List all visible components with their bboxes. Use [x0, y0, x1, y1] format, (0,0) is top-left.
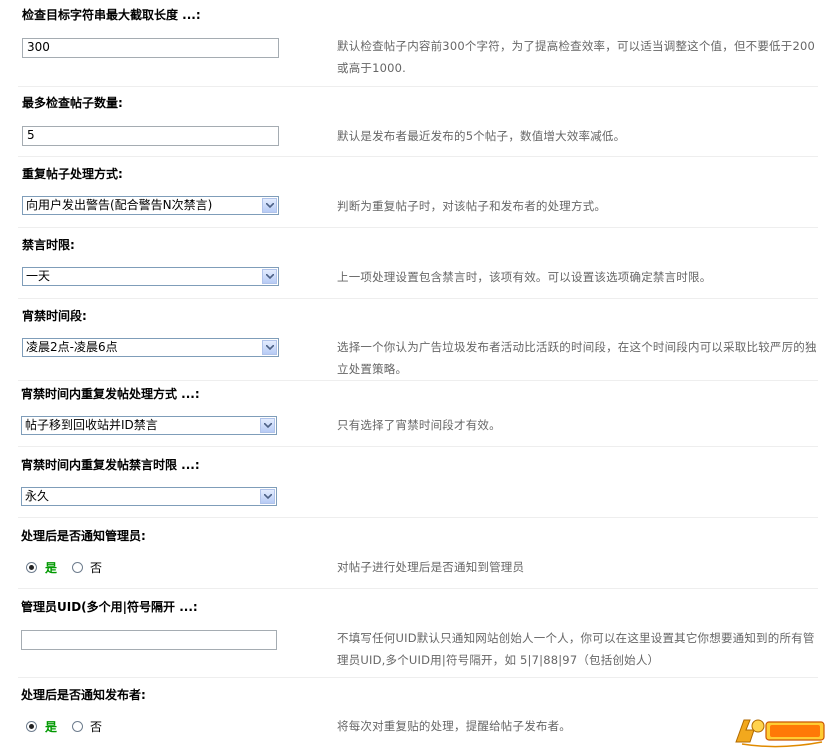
chevron-down-icon[interactable] — [260, 489, 275, 504]
chevron-down-icon[interactable] — [262, 198, 277, 213]
notify-poster-yes-label[interactable]: 是 — [45, 720, 57, 734]
ban-duration-title: 禁言时限: — [22, 238, 75, 252]
curfew-period-select[interactable]: 凌晨2点-凌晨6点 — [22, 338, 279, 357]
max-posts-description: 默认是发布者最近发布的5个帖子，数值增大效率减低。 — [337, 129, 626, 143]
notify-admin-yes-label[interactable]: 是 — [45, 561, 57, 575]
admin-uids-description: 不填写任何UID默认只通知网站创始人一个人，你可以在这里设置其它你想要通知到的所… — [337, 631, 815, 667]
notify-poster-title: 处理后是否通知发布者: — [21, 688, 146, 702]
chevron-down-icon[interactable] — [262, 340, 277, 355]
curfew-action-value: 帖子移到回收站并ID禁言 — [25, 418, 158, 432]
duplicate-action-description: 判断为重复帖子时，对该帖子和发布者的处理方式。 — [337, 199, 607, 213]
separator — [18, 227, 818, 228]
curfew-action-description: 只有选择了宵禁时间段才有效。 — [337, 418, 501, 432]
ban-duration-description: 上一项处理设置包含禁言时，该项有效。可以设置该选项确定禁言时限。 — [337, 270, 712, 284]
notify-admin-no-radio[interactable] — [72, 562, 83, 573]
separator — [18, 298, 818, 299]
notify-admin-yes-radio[interactable] — [26, 562, 37, 573]
separator — [18, 380, 818, 381]
duplicate-action-title: 重复帖子处理方式: — [22, 167, 123, 181]
curfew-ban-duration-value: 永久 — [25, 489, 50, 503]
curfew-action-title: 宵禁时间内重复发帖处理方式 ...: — [21, 387, 200, 401]
aihaobang-logo-icon — [735, 719, 825, 748]
notify-poster-no-label[interactable]: 否 — [90, 720, 102, 734]
max-length-title: 检查目标字符串最大截取长度 ...: — [22, 8, 201, 22]
curfew-action-select[interactable]: 帖子移到回收站并ID禁言 — [21, 416, 277, 435]
curfew-period-title: 宵禁时间段: — [22, 309, 87, 323]
duplicate-action-select[interactable]: 向用户发出警告(配合警告N次禁言) — [22, 196, 279, 215]
curfew-ban-duration-select[interactable]: 永久 — [21, 487, 277, 506]
chevron-down-icon[interactable] — [262, 269, 277, 284]
separator — [18, 588, 818, 589]
separator — [18, 86, 818, 87]
max-length-description: 默认检查帖子内容前300个字符，为了提高检查效率，可以适当调整这个值，但不要低于… — [337, 39, 815, 75]
ban-duration-select[interactable]: 一天 — [22, 267, 279, 286]
notify-poster-no-radio[interactable] — [72, 721, 83, 732]
notify-admin-description: 对帖子进行处理后是否通知到管理员 — [337, 560, 525, 574]
notify-admin-no-label[interactable]: 否 — [90, 561, 102, 575]
notify-admin-title: 处理后是否通知管理员: — [21, 529, 146, 543]
admin-uids-input[interactable] — [21, 630, 277, 650]
max-posts-input[interactable]: 5 — [22, 126, 279, 146]
admin-uids-title: 管理员UID(多个用|符号隔开 ...: — [21, 600, 198, 614]
max-length-input[interactable]: 300 — [22, 38, 279, 58]
max-posts-title: 最多检查帖子数量: — [22, 96, 123, 110]
curfew-period-value: 凌晨2点-凌晨6点 — [26, 340, 118, 354]
separator — [18, 156, 818, 157]
separator — [18, 517, 818, 518]
separator — [18, 446, 818, 447]
notify-poster-yes-radio[interactable] — [26, 721, 37, 732]
curfew-period-description: 选择一个你认为广告垃圾发布者活动比活跃的时间段，在这个时间段内可以采取比较严厉的… — [337, 340, 817, 376]
curfew-ban-duration-title: 宵禁时间内重复发帖禁言时限 ...: — [21, 458, 200, 472]
chevron-down-icon[interactable] — [260, 418, 275, 433]
ban-duration-value: 一天 — [26, 269, 51, 283]
duplicate-action-value: 向用户发出警告(配合警告N次禁言) — [26, 198, 213, 212]
separator — [18, 677, 818, 678]
